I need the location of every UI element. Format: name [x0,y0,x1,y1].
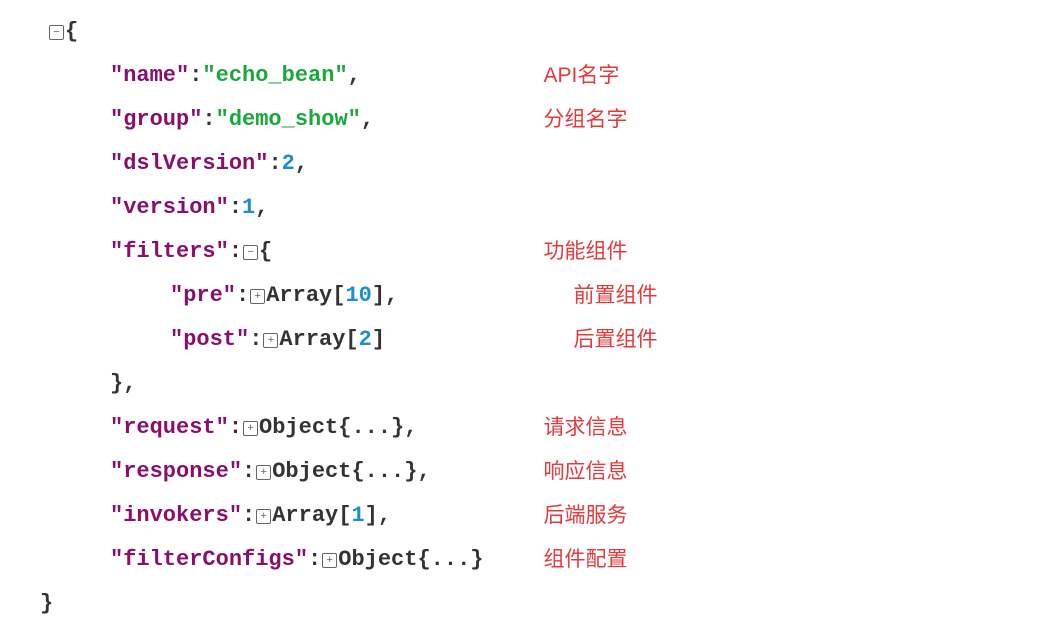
annotation-filters: 功能组件 [543,230,657,274]
annotation-filterconfigs: 组件配置 [543,538,657,582]
annotation-name: API名字 [543,54,657,98]
json-entry-version: "version":1, [20,186,483,230]
annotation-empty [543,582,657,626]
annotation-pre: 前置组件 [543,274,657,318]
json-key: "pre" [170,274,236,318]
array-count: 2 [359,318,372,362]
annotation-post: 后置组件 [543,318,657,362]
annotation-response: 响应信息 [543,450,657,494]
json-entry-post: "post":+Array[2] [20,318,483,362]
array-label: Array[ [266,274,345,318]
close-brace: } [110,362,123,406]
json-root-close: } [20,582,483,626]
json-root-open: −{ [20,10,483,54]
array-label: Array[ [272,494,351,538]
annotation-group: 分组名字 [543,98,657,142]
json-key: "version" [110,186,229,230]
json-annotated-viewer: −{ "name":"echo_bean", "group":"demo_sho… [20,10,1019,626]
annotation-empty [543,362,657,406]
json-entry-filters: "filters":−{ [20,230,483,274]
collapse-icon[interactable]: − [243,245,258,260]
expand-icon[interactable]: + [256,509,271,524]
json-string-value: "demo_show" [216,98,361,142]
json-entry-name: "name":"echo_bean", [20,54,483,98]
array-label: Array[ [279,318,358,362]
object-label: Object{...} [272,450,417,494]
json-key: "request" [110,406,229,450]
json-key: "invokers" [110,494,242,538]
json-key: "response" [110,450,242,494]
json-key: "post" [170,318,249,362]
object-label: Object{...} [338,538,483,582]
json-code-column: −{ "name":"echo_bean", "group":"demo_sho… [20,10,483,626]
json-entry-filterconfigs: "filterConfigs":+Object{...} [20,538,483,582]
json-key: "filters" [110,230,229,274]
array-count: 10 [345,274,371,318]
expand-icon[interactable]: + [322,553,337,568]
json-entry-pre: "pre":+Array[10], [20,274,483,318]
object-label: Object{...} [259,406,404,450]
json-key: "dslVersion" [110,142,268,186]
json-key: "name" [110,54,189,98]
json-entry-dslversion: "dslVersion":2, [20,142,483,186]
json-key: "filterConfigs" [110,538,308,582]
json-key: "group" [110,98,202,142]
json-entry-request: "request":+Object{...}, [20,406,483,450]
annotation-empty [543,10,657,54]
json-entry-response: "response":+Object{...}, [20,450,483,494]
annotation-request: 请求信息 [543,406,657,450]
close-brace: } [40,582,53,626]
expand-icon[interactable]: + [256,465,271,480]
collapse-icon[interactable]: − [49,25,64,40]
json-entry-invokers: "invokers":+Array[1], [20,494,483,538]
expand-icon[interactable]: + [263,333,278,348]
expand-icon[interactable]: + [250,289,265,304]
json-filters-close: }, [20,362,483,406]
json-entry-group: "group":"demo_show", [20,98,483,142]
array-count: 1 [351,494,364,538]
json-string-value: "echo_bean" [202,54,347,98]
annotation-invokers: 后端服务 [543,494,657,538]
json-number-value: 1 [242,186,255,230]
expand-icon[interactable]: + [243,421,258,436]
annotations-column: API名字 分组名字 功能组件 前置组件 后置组件 请求信息 响应信息 后端服务… [483,10,657,626]
open-brace: { [65,10,78,54]
open-brace: { [259,230,272,274]
annotation-empty [543,186,657,230]
json-number-value: 2 [282,142,295,186]
annotation-empty [543,142,657,186]
